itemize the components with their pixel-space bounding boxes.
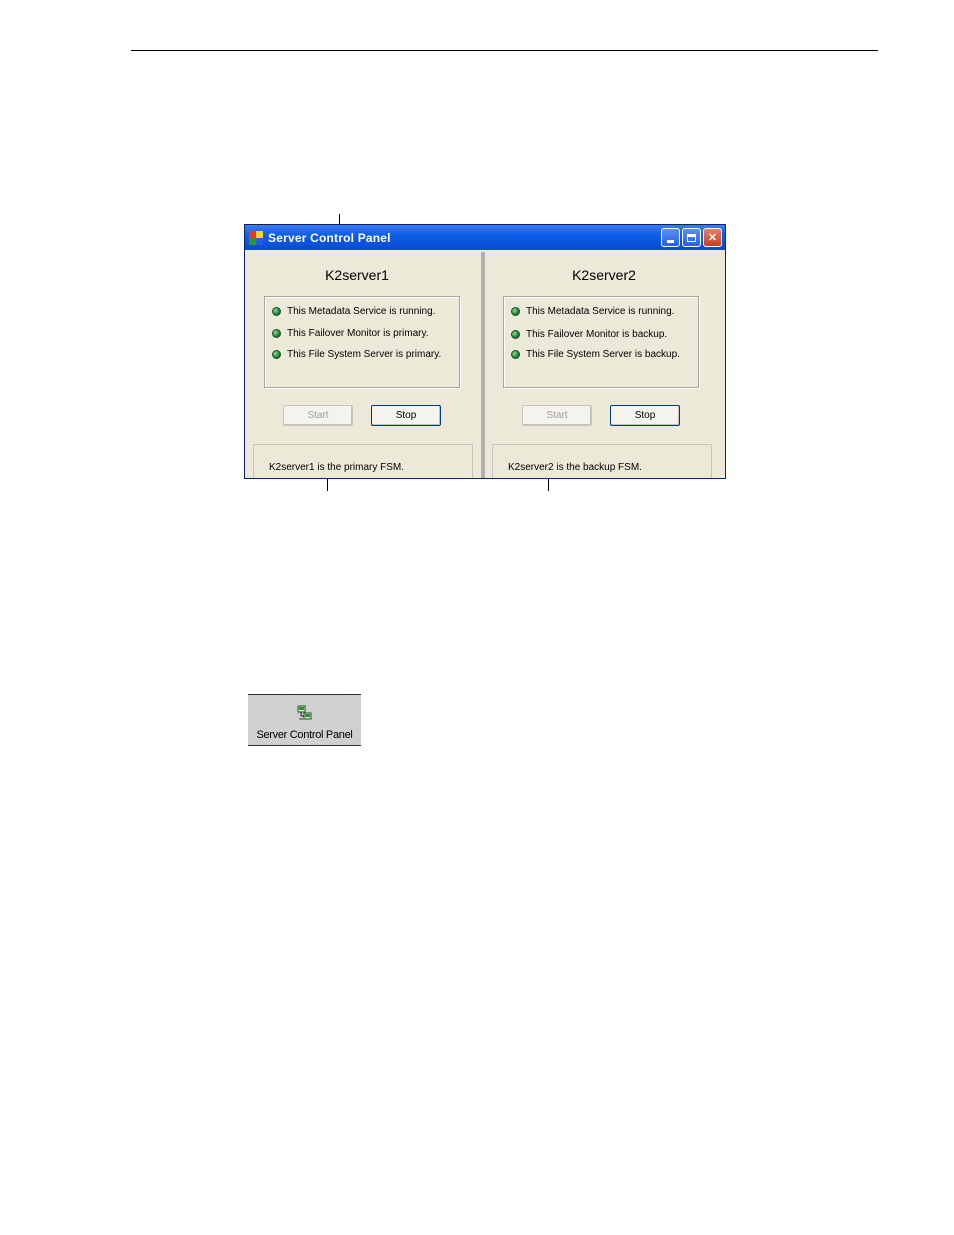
status-row-metadata: This Metadata Service is running. <box>272 306 435 317</box>
server-name: K2server2 <box>572 267 636 283</box>
status-row-filesystem: This File System Server is primary. <box>272 349 441 360</box>
status-row-failover: This Failover Monitor is backup. <box>511 329 667 340</box>
status-box: This Metadata Service is running. This F… <box>503 296 699 388</box>
window-title: Server Control Panel <box>268 230 391 245</box>
stop-button[interactable]: Stop <box>610 405 680 426</box>
close-icon: ✕ <box>707 232 718 244</box>
status-text: This File System Server is primary. <box>287 349 442 360</box>
status-led-icon <box>511 307 520 316</box>
status-led-icon <box>272 350 281 359</box>
status-row-filesystem: This File System Server is backup. <box>511 349 680 360</box>
title-bar[interactable]: Server Control Panel ✕ <box>245 225 725 250</box>
fsm-message: K2server2 is the backup FSM. <box>508 462 642 473</box>
minimize-icon <box>667 240 674 243</box>
app-icon <box>249 230 263 245</box>
stop-button[interactable]: Stop <box>371 405 441 426</box>
status-row-metadata: This Metadata Service is running. <box>511 306 674 317</box>
server-network-icon <box>297 705 312 720</box>
status-led-icon <box>511 330 520 339</box>
header-rule <box>131 50 878 51</box>
close-button[interactable]: ✕ <box>703 228 722 247</box>
status-box: This Metadata Service is running. This F… <box>264 296 460 388</box>
status-text: This Metadata Service is running. <box>287 306 436 317</box>
status-row-failover: This Failover Monitor is primary. <box>272 328 429 339</box>
status-led-icon <box>272 307 281 316</box>
start-button[interactable]: Start <box>283 405 353 426</box>
minimize-button[interactable] <box>661 228 680 247</box>
toolbar-button-label: Server Control Panel <box>256 729 353 741</box>
message-box: K2server1 is the primary FSM. <box>253 444 473 478</box>
server-panel-k2server2: K2server2 This Metadata Service is runni… <box>487 250 721 478</box>
server-panel-k2server1: K2server1 This Metadata Service is runni… <box>248 250 482 478</box>
maximize-icon <box>687 233 696 242</box>
message-box: K2server2 is the backup FSM. <box>492 444 712 478</box>
status-text: This Metadata Service is running. <box>526 306 675 317</box>
maximize-button[interactable] <box>682 228 701 247</box>
status-led-icon <box>511 350 520 359</box>
start-button[interactable]: Start <box>522 405 592 426</box>
status-text: This Failover Monitor is primary. <box>287 328 429 339</box>
panel-divider[interactable] <box>481 252 485 478</box>
status-text: This File System Server is backup. <box>526 349 680 360</box>
status-text: This Failover Monitor is backup. <box>526 329 668 340</box>
server-name: K2server1 <box>325 267 389 283</box>
status-led-icon <box>272 329 281 338</box>
server-control-panel-window: Server Control Panel ✕ K2server1 This Me… <box>244 224 726 479</box>
fsm-message: K2server1 is the primary FSM. <box>269 462 405 473</box>
server-control-panel-toolbar-button[interactable]: Server Control Panel <box>248 694 361 746</box>
